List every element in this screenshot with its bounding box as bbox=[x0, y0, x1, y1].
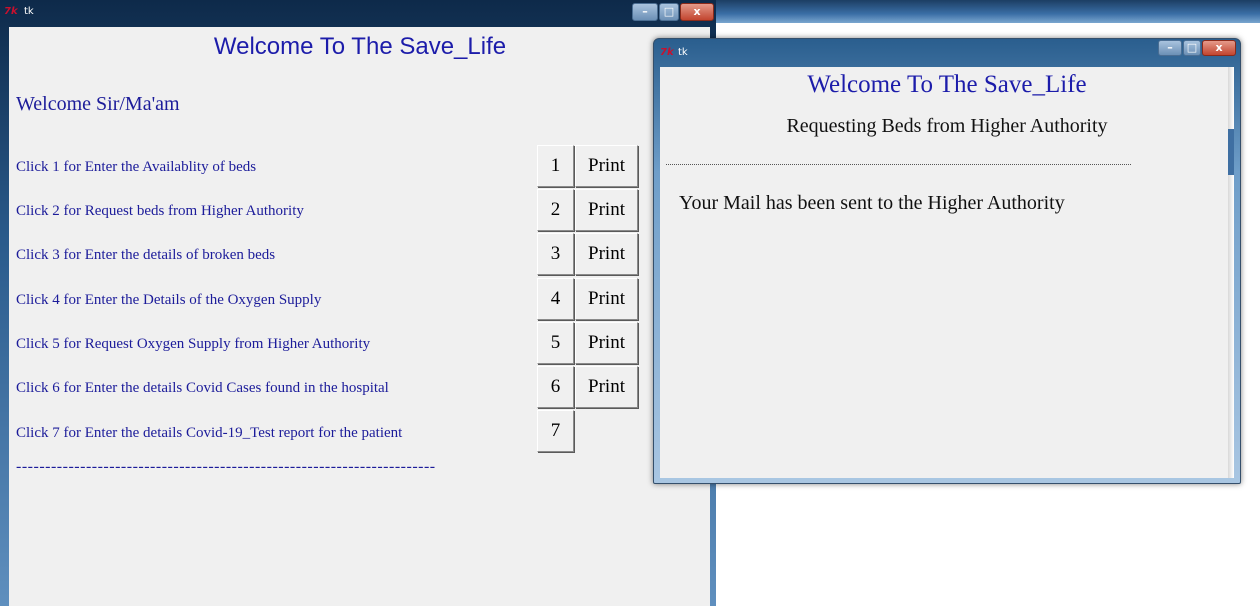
option-label-3: Click 3 for Enter the details of broken … bbox=[16, 247, 276, 263]
main-window: 7k tk – □ x Welcome To The Save_Life Wel… bbox=[0, 0, 716, 606]
popup-heading: Welcome To The Save_Life bbox=[807, 71, 1087, 98]
tk-logo-icon: 7k bbox=[660, 47, 674, 58]
popup-scrollbar-thumb[interactable] bbox=[1228, 129, 1234, 175]
main-client-area: Welcome To The Save_Life Welcome Sir/Ma'… bbox=[9, 27, 710, 606]
print-3-button[interactable]: Print bbox=[575, 233, 638, 275]
print-6-button[interactable]: Print bbox=[575, 366, 638, 408]
option-5-button[interactable]: 5 bbox=[537, 322, 574, 364]
main-titlebar[interactable]: 7k tk – □ x bbox=[0, 0, 716, 26]
background-window-titlebar bbox=[716, 0, 1260, 23]
maximize-button[interactable]: □ bbox=[659, 3, 679, 21]
popup-message: Your Mail has been sent to the Higher Au… bbox=[679, 192, 1065, 214]
popup-client-area: Welcome To The Save_Life Requesting Beds… bbox=[660, 67, 1234, 478]
option-4-button[interactable]: 4 bbox=[537, 278, 574, 320]
option-6-button[interactable]: 6 bbox=[537, 366, 574, 408]
popup-close-button[interactable]: x bbox=[1202, 40, 1236, 56]
popup-divider bbox=[666, 164, 1131, 165]
option-label-1: Click 1 for Enter the Availablity of bed… bbox=[16, 159, 257, 175]
option-label-5: Click 5 for Request Oxygen Supply from H… bbox=[16, 336, 371, 352]
option-7-button[interactable]: 7 bbox=[537, 410, 574, 452]
popup-scrollbar[interactable] bbox=[1228, 67, 1234, 478]
close-button[interactable]: x bbox=[680, 3, 714, 21]
popup-window-title: tk bbox=[678, 47, 688, 58]
print-2-button[interactable]: Print bbox=[575, 189, 638, 231]
separator-line: ----------------------------------------… bbox=[16, 458, 436, 475]
option-2-button[interactable]: 2 bbox=[537, 189, 574, 231]
option-label-4: Click 4 for Enter the Details of the Oxy… bbox=[16, 292, 322, 308]
print-5-button[interactable]: Print bbox=[575, 322, 638, 364]
tk-logo-icon: 7k bbox=[4, 6, 18, 17]
option-1-button[interactable]: 1 bbox=[537, 145, 574, 187]
popup-maximize-button[interactable]: □ bbox=[1183, 40, 1201, 56]
option-label-2: Click 2 for Request beds from Higher Aut… bbox=[16, 203, 304, 219]
popup-window: 7k tk – □ x Welcome To The Save_Life Req… bbox=[653, 38, 1241, 484]
option-label-6: Click 6 for Enter the details Covid Case… bbox=[16, 380, 389, 396]
main-window-title: tk bbox=[24, 6, 34, 17]
popup-titlebar[interactable]: 7k tk – □ x bbox=[654, 39, 1240, 67]
greeting-label: Welcome Sir/Ma'am bbox=[16, 93, 180, 115]
option-3-button[interactable]: 3 bbox=[537, 233, 574, 275]
option-label-7: Click 7 for Enter the details Covid-19_T… bbox=[16, 425, 403, 441]
print-1-button[interactable]: Print bbox=[575, 145, 638, 187]
minimize-button[interactable]: – bbox=[632, 3, 658, 21]
print-4-button[interactable]: Print bbox=[575, 278, 638, 320]
popup-subheading: Requesting Beds from Higher Authority bbox=[786, 115, 1108, 137]
main-heading: Welcome To The Save_Life bbox=[213, 33, 507, 60]
popup-minimize-button[interactable]: – bbox=[1158, 40, 1182, 56]
